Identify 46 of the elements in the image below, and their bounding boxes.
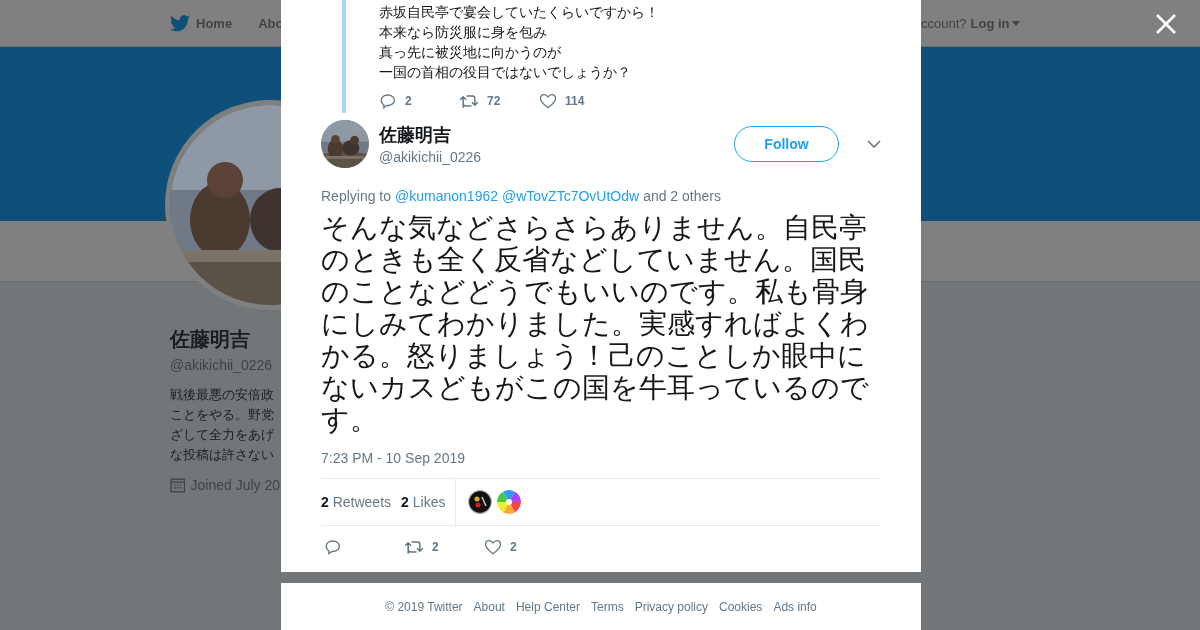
replying-label: Replying to (321, 188, 392, 204)
bio-line: ことをやる。野党 (170, 406, 275, 424)
tweet-text-line: 本来なら防災服に身を包み (379, 23, 548, 42)
author-handle: @akikichii_0226 (379, 149, 483, 165)
tweet-text-line: 真っ先に被災地に向かうのが (379, 43, 562, 62)
tweet-text-line: 赤坂自民亭で宴会していたくらいですから！ (379, 3, 660, 22)
retweet-count: 2 (432, 540, 439, 554)
mention-link[interactable]: @wTovZTc7OvUtOdw (502, 188, 640, 204)
others-label: and 2 others (643, 188, 721, 204)
stat-count[interactable]: 2 Retweets (321, 494, 392, 510)
bio-line: な投稿は許さない (170, 446, 275, 464)
nav-link[interactable]: Home (170, 14, 233, 32)
profile-name: 佐藤明吉 (170, 327, 251, 352)
mention-link[interactable]: @kumanon1962 (395, 188, 498, 204)
like-count: 114 (565, 94, 585, 108)
chevron-down-icon[interactable] (867, 140, 881, 148)
reply-icon[interactable] (324, 538, 342, 556)
copyright-text: © 2019 Twitter (385, 599, 463, 614)
heart-icon[interactable] (539, 92, 557, 110)
footer-link[interactable]: About (473, 599, 505, 614)
login-link[interactable]: Log in (970, 15, 1020, 31)
calendar-icon (170, 477, 186, 493)
footer-link[interactable]: Cookies (719, 599, 763, 614)
bio-line: 戦後最悪の安倍政 (170, 386, 275, 404)
tweet-text-line: 一国の首相の役目ではないでしょうか？ (379, 63, 632, 82)
footer-link[interactable]: Help Center (515, 599, 580, 614)
retweet-icon[interactable] (459, 92, 479, 110)
bird-icon (170, 14, 190, 32)
stat-count[interactable]: 2 Likes (401, 494, 446, 510)
avatar-icon[interactable] (468, 490, 493, 514)
reply-icon[interactable] (379, 92, 397, 110)
follow-button[interactable]: Follow (734, 126, 839, 162)
tweet-timestamp: 7:23 PM - 10 Sep 2019 (321, 450, 466, 466)
footer-link[interactable]: Terms (591, 599, 624, 614)
like-count: 2 (510, 540, 517, 554)
retweet-icon[interactable] (404, 538, 424, 556)
bio-line: ざして全力をあげ (170, 426, 275, 444)
heart-icon[interactable] (484, 538, 502, 556)
footer-link[interactable]: Privacy policy (634, 599, 708, 614)
footer-link[interactable]: Ads info (773, 599, 817, 614)
login-prompt: ccount? (921, 15, 967, 31)
author-name: 佐藤明吉 (379, 124, 452, 147)
tweet-text: そんな気などさらさらありません。自民亭のときも全く反省などしていません。国民のことなどどうでもいいのです。私も骨身にしみてわかりました。実感すればよくわかる。怒りましょう！己のことしか眼中にないカスどもがこの国を牛耳っているのです。 (321, 212, 870, 436)
retweet-count: 72 (487, 94, 501, 108)
caret-icon (1011, 20, 1020, 26)
reply-count: 2 (405, 94, 412, 108)
